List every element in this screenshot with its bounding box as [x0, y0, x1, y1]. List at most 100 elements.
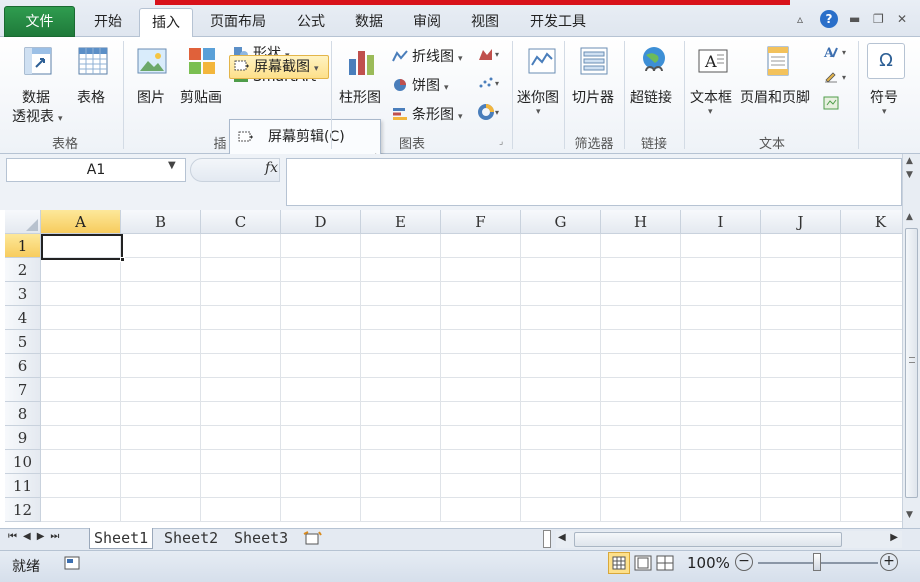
scroll-right-icon[interactable]: ▶ — [890, 532, 898, 543]
scroll-up-icon[interactable]: ▲ — [906, 212, 913, 222]
cell-B9[interactable] — [121, 426, 201, 450]
other-charts-icon[interactable]: ▾ — [478, 104, 502, 120]
cell-F9[interactable] — [441, 426, 521, 450]
cell-I1[interactable] — [681, 234, 761, 258]
clipart-label[interactable]: 剪贴画 — [180, 87, 222, 107]
column-header-B[interactable]: B — [121, 210, 201, 234]
cell-G6[interactable] — [521, 354, 601, 378]
cell-D4[interactable] — [281, 306, 361, 330]
cell-F10[interactable] — [441, 450, 521, 474]
cell-I5[interactable] — [681, 330, 761, 354]
wordart-icon[interactable]: A ▾ — [823, 45, 851, 59]
table-icon[interactable] — [77, 45, 109, 77]
cell-D3[interactable] — [281, 282, 361, 306]
cell-D11[interactable] — [281, 474, 361, 498]
cell-I6[interactable] — [681, 354, 761, 378]
cell-G3[interactable] — [521, 282, 601, 306]
menu-item-screen-clip[interactable]: 屏幕剪辑(C) — [230, 122, 380, 152]
cell-B2[interactable] — [121, 258, 201, 282]
formula-input[interactable] — [286, 158, 902, 206]
cell-C4[interactable] — [201, 306, 281, 330]
symbol-icon[interactable]: Ω — [867, 43, 905, 79]
cell-A10[interactable] — [41, 450, 121, 474]
cell-I3[interactable] — [681, 282, 761, 306]
row-header-4[interactable]: 4 — [5, 306, 41, 330]
signature-line-icon[interactable]: ▾ — [823, 70, 851, 84]
cell-D9[interactable] — [281, 426, 361, 450]
hyperlink-icon[interactable] — [638, 45, 670, 77]
cell-K1[interactable] — [841, 234, 902, 258]
tab-developer[interactable]: 开发工具 — [520, 8, 596, 37]
picture-label[interactable]: 图片 — [137, 87, 165, 107]
cell-H4[interactable] — [601, 306, 681, 330]
cell-C9[interactable] — [201, 426, 281, 450]
cell-E12[interactable] — [361, 498, 441, 522]
cell-C3[interactable] — [201, 282, 281, 306]
row-header-3[interactable]: 3 — [5, 282, 41, 306]
fill-handle[interactable] — [120, 257, 125, 262]
column-header-G[interactable]: G — [521, 210, 601, 234]
collapse-ribbon-icon[interactable]: ▵ — [797, 12, 803, 26]
tab-file[interactable]: 文件 — [4, 6, 75, 37]
zoom-slider-thumb[interactable] — [813, 553, 821, 571]
column-header-F[interactable]: F — [441, 210, 521, 234]
worksheet-grid[interactable]: ABCDEFGHIJK 1 2 3 4 5 6 7 8 9 10 11 12 — [5, 210, 902, 528]
cell-E1[interactable] — [361, 234, 441, 258]
cell-F7[interactable] — [441, 378, 521, 402]
cell-F1[interactable] — [441, 234, 521, 258]
formula-collapse-down-icon[interactable]: ▼ — [906, 170, 913, 180]
cell-E10[interactable] — [361, 450, 441, 474]
cell-H5[interactable] — [601, 330, 681, 354]
cell-J4[interactable] — [761, 306, 841, 330]
cell-G4[interactable] — [521, 306, 601, 330]
help-icon[interactable]: ? — [820, 10, 838, 28]
cell-B4[interactable] — [121, 306, 201, 330]
charts-dialog-launcher-icon[interactable]: ⌟ — [499, 137, 503, 147]
scroll-left-icon[interactable]: ◀ — [558, 532, 566, 543]
cell-D1[interactable] — [281, 234, 361, 258]
cell-A9[interactable] — [41, 426, 121, 450]
cell-G10[interactable] — [521, 450, 601, 474]
cell-C10[interactable] — [201, 450, 281, 474]
cell-A8[interactable] — [41, 402, 121, 426]
column-header-H[interactable]: H — [601, 210, 681, 234]
vertical-scrollbar[interactable]: ▲ ▼ ▲ ▼ — [902, 154, 920, 528]
cell-C11[interactable] — [201, 474, 281, 498]
cell-H10[interactable] — [601, 450, 681, 474]
insert-function-button[interactable]: fx — [265, 160, 278, 176]
cell-G12[interactable] — [521, 498, 601, 522]
zoom-level[interactable]: 100% — [687, 554, 730, 572]
row-header-11[interactable]: 11 — [5, 474, 41, 498]
cell-K8[interactable] — [841, 402, 902, 426]
textbox-label[interactable]: 文本框 — [690, 87, 732, 107]
cell-E11[interactable] — [361, 474, 441, 498]
cell-J9[interactable] — [761, 426, 841, 450]
cell-A7[interactable] — [41, 378, 121, 402]
column-header-K[interactable]: K — [841, 210, 902, 234]
tab-split-handle[interactable] — [543, 530, 551, 548]
pie-chart-button[interactable]: 饼图 ▾ — [392, 75, 449, 95]
normal-view-button[interactable] — [608, 552, 630, 574]
cell-B1[interactable] — [121, 234, 201, 258]
cell-G1[interactable] — [521, 234, 601, 258]
active-cell[interactable] — [41, 234, 125, 262]
cell-G2[interactable] — [521, 258, 601, 282]
cell-I4[interactable] — [681, 306, 761, 330]
sparkline-caret-icon[interactable]: ▾ — [536, 107, 541, 117]
cell-G8[interactable] — [521, 402, 601, 426]
cell-B7[interactable] — [121, 378, 201, 402]
name-box-dropdown-icon[interactable]: ▼ — [168, 160, 176, 171]
horizontal-scrollbar[interactable]: ◀ ▶ — [556, 531, 902, 548]
cell-A12[interactable] — [41, 498, 121, 522]
screenshot-button[interactable]: 屏幕截图 ▾ — [229, 55, 329, 79]
cell-B8[interactable] — [121, 402, 201, 426]
cell-I12[interactable] — [681, 498, 761, 522]
cell-H6[interactable] — [601, 354, 681, 378]
column-chart-label[interactable]: 柱形图 — [339, 87, 381, 107]
cell-J7[interactable] — [761, 378, 841, 402]
cell-F12[interactable] — [441, 498, 521, 522]
cell-G11[interactable] — [521, 474, 601, 498]
cell-A6[interactable] — [41, 354, 121, 378]
cell-I2[interactable] — [681, 258, 761, 282]
cell-D12[interactable] — [281, 498, 361, 522]
